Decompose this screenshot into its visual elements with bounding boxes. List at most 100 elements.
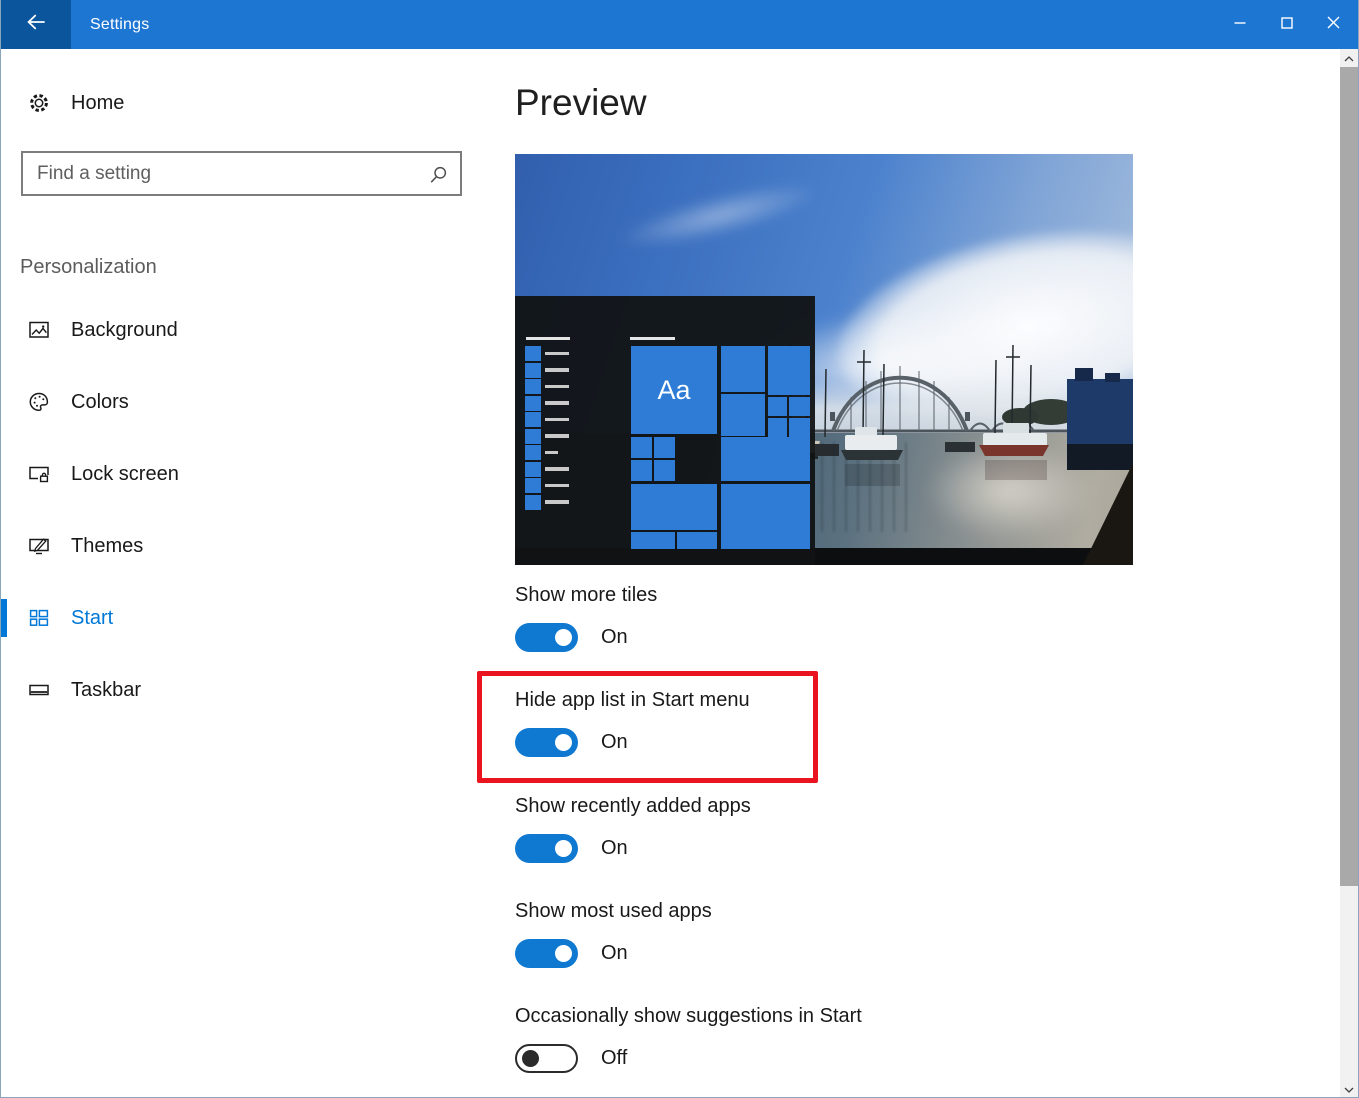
scroll-up-button[interactable] bbox=[1340, 49, 1358, 66]
app-list bbox=[525, 346, 569, 510]
tile bbox=[721, 484, 810, 549]
back-icon bbox=[24, 10, 48, 39]
app-list-item bbox=[525, 495, 569, 510]
toggle-show-suggestions[interactable] bbox=[515, 1044, 578, 1073]
toggle-hide-app-list[interactable] bbox=[515, 728, 578, 757]
maximize-button[interactable] bbox=[1263, 0, 1310, 49]
start-menu-overlay: Aa bbox=[515, 296, 815, 565]
tile bbox=[631, 532, 675, 549]
tile bbox=[721, 346, 765, 392]
toggle-knob bbox=[555, 629, 572, 646]
title-bar: Settings bbox=[0, 0, 1359, 49]
scroll-down-button[interactable] bbox=[1340, 1080, 1358, 1097]
tile bbox=[768, 346, 810, 395]
app-list-heading-line bbox=[526, 337, 570, 340]
setting-label: Hide app list in Start menu bbox=[515, 687, 750, 713]
tile bbox=[789, 397, 810, 416]
chevron-down-icon bbox=[1344, 1080, 1354, 1098]
gear-icon bbox=[27, 91, 51, 115]
tile-aa: Aa bbox=[631, 346, 717, 434]
palette-icon bbox=[27, 390, 51, 414]
sidebar-item-background[interactable]: Background bbox=[0, 312, 470, 348]
minimize-icon bbox=[1234, 16, 1246, 34]
sidebar-item-label: Start bbox=[71, 607, 113, 630]
sidebar-item-label: Background bbox=[71, 319, 178, 342]
app-list-item bbox=[525, 396, 569, 411]
tile bbox=[631, 460, 652, 481]
taskbar-icon bbox=[27, 678, 51, 702]
sidebar-item-colors[interactable]: Colors bbox=[0, 384, 470, 420]
sidebar-item-lock-screen[interactable]: Lock screen bbox=[0, 456, 470, 492]
preview-image: Aa bbox=[515, 154, 1133, 565]
toggle-state: On bbox=[601, 731, 628, 754]
chevron-up-icon bbox=[1344, 49, 1354, 67]
close-button[interactable] bbox=[1310, 0, 1357, 49]
monitor-brush-icon bbox=[27, 534, 51, 558]
setting-show-most-used: Show most used apps On bbox=[515, 898, 712, 968]
app-list-item bbox=[525, 478, 569, 493]
toggle-state: Off bbox=[601, 1047, 627, 1070]
app-list-item bbox=[525, 462, 569, 477]
search-input[interactable] bbox=[23, 153, 460, 194]
toggle-knob bbox=[555, 734, 572, 751]
home-label: Home bbox=[71, 92, 124, 115]
setting-show-more-tiles: Show more tiles On bbox=[515, 582, 657, 652]
tile-grid: Aa bbox=[628, 346, 810, 561]
app-list-item bbox=[525, 445, 569, 460]
tile bbox=[631, 437, 652, 458]
personalization-section-header: Personalization bbox=[20, 256, 157, 279]
page-title: Preview bbox=[515, 82, 647, 124]
toggle-state: On bbox=[601, 626, 628, 649]
tile bbox=[721, 394, 765, 436]
toggle-knob bbox=[555, 945, 572, 962]
tile bbox=[721, 437, 810, 481]
sidebar-item-label: Taskbar bbox=[71, 679, 141, 702]
sidebar-item-label: Lock screen bbox=[71, 463, 179, 486]
setting-show-recently-added: Show recently added apps On bbox=[515, 793, 751, 863]
start-tiles-icon bbox=[27, 606, 51, 630]
app-list-item bbox=[525, 429, 569, 444]
setting-label: Show recently added apps bbox=[515, 793, 751, 819]
app-list-item bbox=[525, 346, 569, 361]
toggle-show-recently-added[interactable] bbox=[515, 834, 578, 863]
tiles-heading-line bbox=[630, 337, 675, 340]
vertical-scrollbar bbox=[1340, 49, 1358, 1097]
tile bbox=[631, 484, 717, 530]
scrollbar-thumb[interactable] bbox=[1340, 67, 1358, 886]
app-list-item bbox=[525, 379, 569, 394]
app-list-item bbox=[525, 363, 569, 378]
sidebar-item-home[interactable]: Home bbox=[0, 85, 124, 121]
app-list-item bbox=[525, 412, 569, 427]
sidebar-item-label: Themes bbox=[71, 535, 143, 558]
search-box bbox=[21, 151, 462, 196]
toggle-show-more-tiles[interactable] bbox=[515, 623, 578, 652]
window-title: Settings bbox=[90, 16, 149, 34]
tile bbox=[789, 418, 810, 437]
toggle-state: On bbox=[601, 837, 628, 860]
setting-hide-app-list: Hide app list in Start menu On bbox=[515, 687, 750, 757]
maximize-icon bbox=[1281, 16, 1293, 34]
toggle-knob bbox=[522, 1050, 539, 1067]
sidebar-item-taskbar[interactable]: Taskbar bbox=[0, 672, 470, 708]
search-icon[interactable] bbox=[427, 164, 449, 186]
toggle-knob bbox=[555, 840, 572, 857]
tile bbox=[768, 397, 787, 416]
back-button[interactable] bbox=[0, 0, 71, 49]
tile bbox=[654, 460, 675, 481]
picture-icon bbox=[27, 318, 51, 342]
tile bbox=[768, 418, 787, 437]
minimize-button[interactable] bbox=[1216, 0, 1263, 49]
window-controls bbox=[1216, 0, 1359, 49]
tile bbox=[677, 532, 717, 549]
sidebar-item-label: Colors bbox=[71, 391, 129, 414]
sidebar-item-themes[interactable]: Themes bbox=[0, 528, 470, 564]
sidebar-item-start[interactable]: Start bbox=[0, 600, 470, 636]
setting-label: Occasionally show suggestions in Start bbox=[515, 1003, 862, 1029]
toggle-show-most-used[interactable] bbox=[515, 939, 578, 968]
setting-label: Show most used apps bbox=[515, 898, 712, 924]
tile bbox=[654, 437, 675, 458]
monitor-lock-icon bbox=[27, 462, 51, 486]
setting-label: Show more tiles bbox=[515, 582, 657, 608]
toggle-state: On bbox=[601, 942, 628, 965]
close-icon bbox=[1327, 16, 1340, 34]
